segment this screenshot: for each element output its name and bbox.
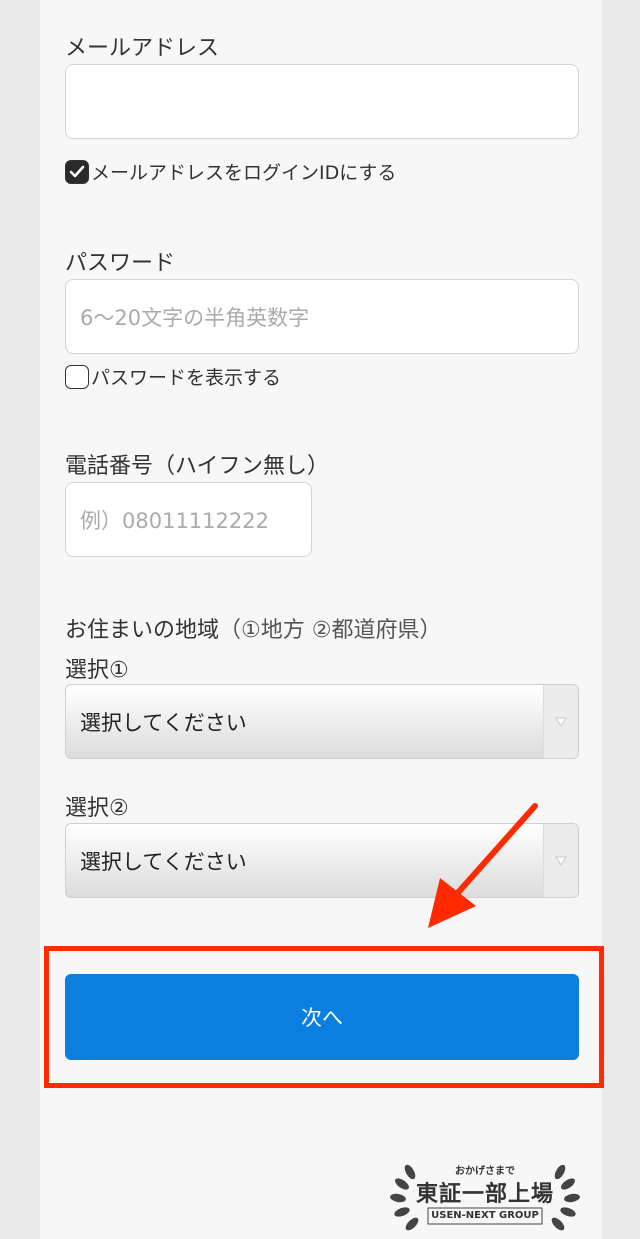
badge-bottom-text: USEN-NEXT GROUP <box>431 1210 539 1221</box>
badge-main-text: 東証一部上場 <box>415 1182 554 1207</box>
highlight-box <box>44 946 604 1088</box>
badge-top-text: おかげさまで <box>455 1166 515 1177</box>
listing-badge: おかげさまで 東証一部上場 USEN-NEXT GROUP <box>388 1158 582 1234</box>
